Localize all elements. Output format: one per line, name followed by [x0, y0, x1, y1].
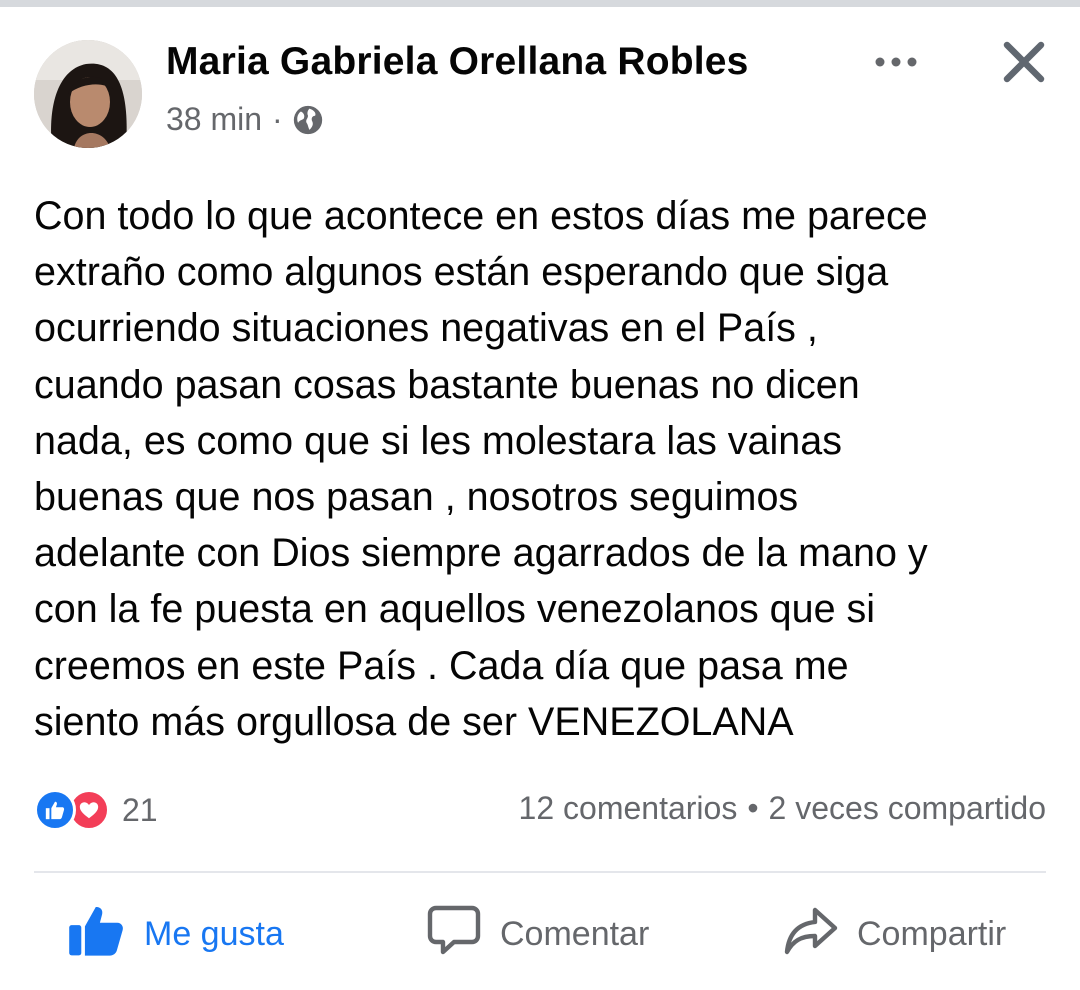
reaction-count: 21	[122, 791, 158, 828]
more-options-button[interactable]	[866, 42, 926, 82]
like-reaction-icon	[34, 789, 76, 831]
reactions-summary[interactable]: 21	[34, 787, 158, 833]
more-options-icon	[875, 57, 917, 67]
globe-icon	[291, 103, 325, 137]
post-time[interactable]: 38 min	[166, 101, 262, 138]
thumbs-up-icon	[68, 903, 126, 966]
avatar[interactable]	[34, 40, 142, 148]
shares-count[interactable]: 2 veces compartido	[769, 790, 1046, 826]
author-name[interactable]: Maria Gabriela Orellana Robles	[166, 40, 749, 84]
counts-separator: •	[747, 790, 759, 826]
avatar-photo	[34, 40, 142, 148]
comment-label: Comentar	[500, 914, 650, 953]
close-icon	[1003, 41, 1045, 83]
share-label: Compartir	[857, 914, 1007, 953]
share-button[interactable]: Compartir	[783, 898, 1006, 970]
comment-button[interactable]: Comentar	[426, 898, 649, 970]
comment-icon	[426, 903, 482, 966]
top-strip	[0, 0, 1080, 7]
like-label: Me gusta	[144, 914, 284, 953]
post-text: Con todo lo que acontece en estos días m…	[34, 194, 928, 744]
post-meta: 38 min ·	[166, 101, 325, 138]
comments-count[interactable]: 12 comentarios	[519, 790, 738, 826]
engagement-counts: 12 comentarios • 2 veces compartido	[519, 790, 1046, 827]
divider	[34, 871, 1046, 873]
share-arrow-icon	[783, 903, 839, 966]
like-button[interactable]: Me gusta	[68, 898, 284, 970]
meta-separator: ·	[272, 101, 283, 137]
close-button[interactable]	[996, 34, 1052, 90]
